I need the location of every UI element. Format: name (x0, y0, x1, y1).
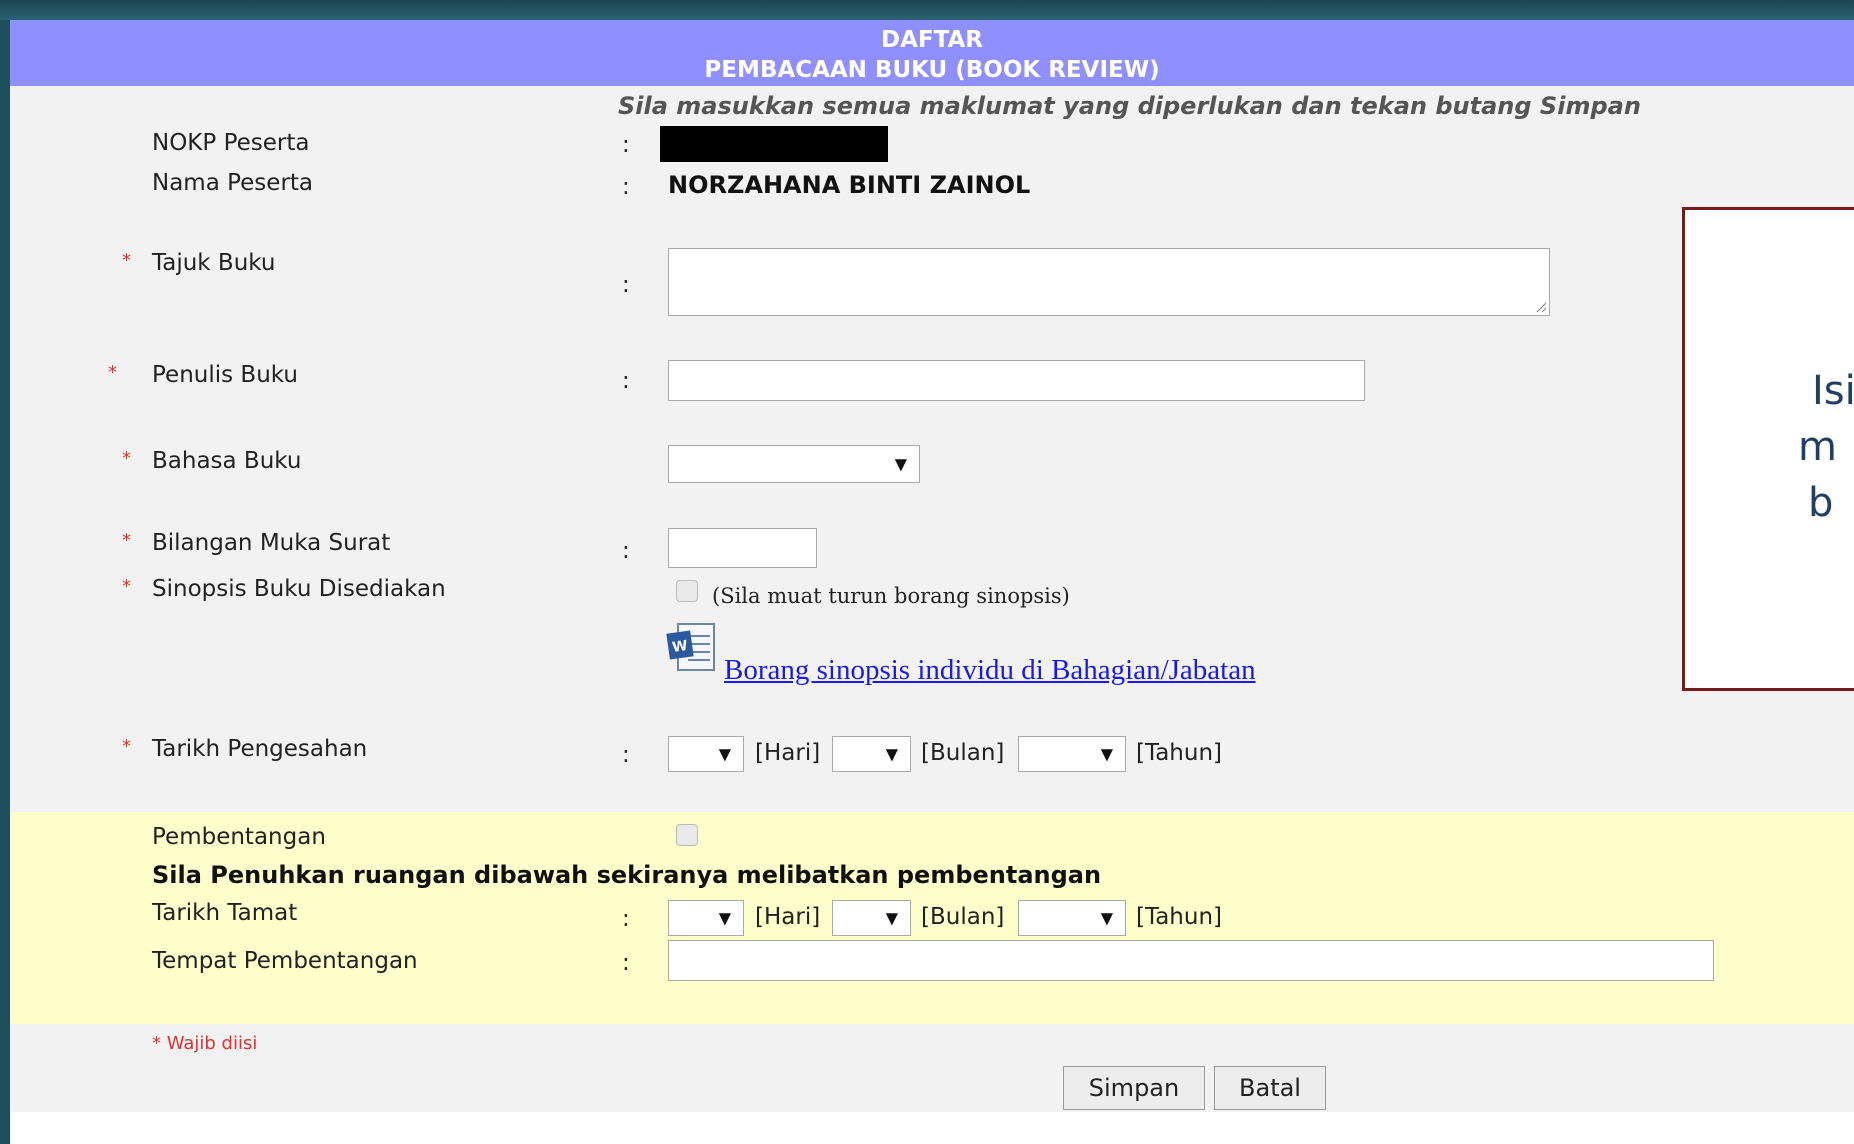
penulis-label: Penulis Buku (152, 362, 298, 388)
tarikh-tamat-label: Tarikh Tamat (152, 900, 298, 926)
resize-handle-icon[interactable] (1533, 299, 1547, 313)
penulis-colon: : (622, 368, 630, 394)
tarikh-tamat-colon: : (622, 906, 630, 932)
year-unit-label: [Tahun] (1136, 904, 1223, 930)
sinopsis-label: Sinopsis Buku Disediakan (152, 576, 446, 602)
tamat-day-select[interactable]: ▼ (668, 900, 744, 936)
nokp-redacted-value (660, 126, 888, 162)
bahasa-select[interactable]: ▼ (668, 445, 920, 483)
window-frame-left (0, 0, 10, 1144)
pengesahan-month-select[interactable]: ▼ (832, 736, 911, 772)
day-unit-label: [Hari] (755, 904, 821, 930)
required-marker: * (122, 530, 131, 551)
callout-line-1: Isi (1812, 368, 1854, 414)
tarikh-pengesahan-colon: : (622, 742, 630, 768)
sinopsis-checkbox[interactable] (676, 580, 698, 602)
required-marker: * (122, 576, 131, 597)
pembentangan-label: Pembentangan (152, 824, 326, 850)
bilangan-label: Bilangan Muka Surat (152, 530, 391, 556)
form-instruction: Sila masukkan semua maklumat yang diperl… (618, 92, 1641, 120)
pengesahan-day-select[interactable]: ▼ (668, 736, 744, 772)
tajuk-colon: : (622, 272, 630, 298)
required-marker: * (122, 250, 131, 271)
nama-value: NORZAHANA BINTI ZAINOL (668, 171, 1031, 199)
nokp-label: NOKP Peserta (152, 130, 310, 156)
pengesahan-year-select[interactable]: ▼ (1018, 736, 1126, 772)
year-unit-label: [Tahun] (1136, 740, 1223, 766)
callout-line-2: m (1798, 424, 1837, 470)
nokp-colon: : (622, 132, 630, 158)
chevron-down-icon: ▼ (885, 908, 898, 928)
tempat-label: Tempat Pembentangan (152, 948, 418, 974)
pembentangan-checkbox[interactable] (676, 824, 698, 846)
tamat-year-select[interactable]: ▼ (1018, 900, 1126, 936)
bilangan-colon: : (622, 538, 630, 564)
chevron-down-icon: ▼ (1100, 908, 1113, 928)
tajuk-label: Tajuk Buku (152, 250, 276, 276)
required-marker: * (122, 736, 131, 757)
presentation-note: Sila Penuhkan ruangan dibawah sekiranya … (152, 861, 1102, 889)
tempat-colon: : (622, 950, 630, 976)
sinopsis-download-link[interactable]: Borang sinopsis individu di Bahagian/Jab… (724, 654, 1256, 687)
tajuk-textarea[interactable] (668, 248, 1550, 316)
nama-colon: : (622, 174, 630, 200)
form-header: DAFTAR PEMBACAAN BUKU (BOOK REVIEW) (10, 20, 1854, 86)
sinopsis-note: (Sila muat turun borang sinopsis) (712, 584, 1070, 608)
save-button[interactable]: Simpan (1063, 1066, 1205, 1110)
penulis-input[interactable] (668, 360, 1365, 401)
day-unit-label: [Hari] (755, 740, 821, 766)
required-marker: * (108, 362, 117, 383)
tarikh-pengesahan-label: Tarikh Pengesahan (152, 736, 368, 762)
header-subtitle: PEMBACAAN BUKU (BOOK REVIEW) (704, 57, 1160, 83)
svg-text:W: W (671, 638, 689, 656)
chevron-down-icon: ▼ (718, 744, 731, 764)
month-unit-label: [Bulan] (921, 904, 1005, 930)
header-title: DAFTAR (880, 27, 984, 53)
tempat-input[interactable] (668, 940, 1714, 981)
bahasa-label: Bahasa Buku (152, 448, 302, 474)
bilangan-input[interactable] (668, 528, 817, 568)
cancel-button[interactable]: Batal (1214, 1066, 1326, 1110)
chevron-down-icon: ▼ (1100, 744, 1113, 764)
window-frame-top (0, 0, 1854, 20)
word-document-icon[interactable]: W (666, 620, 718, 676)
month-unit-label: [Bulan] (921, 740, 1005, 766)
chevron-down-icon: ▼ (885, 744, 898, 764)
callout-line-3: b (1808, 480, 1834, 526)
required-marker: * (122, 448, 131, 469)
required-note: * Wajib diisi (152, 1033, 258, 1054)
nama-label: Nama Peserta (152, 170, 314, 196)
chevron-down-icon: ▼ (894, 454, 907, 474)
tamat-month-select[interactable]: ▼ (832, 900, 911, 936)
chevron-down-icon: ▼ (718, 908, 731, 928)
